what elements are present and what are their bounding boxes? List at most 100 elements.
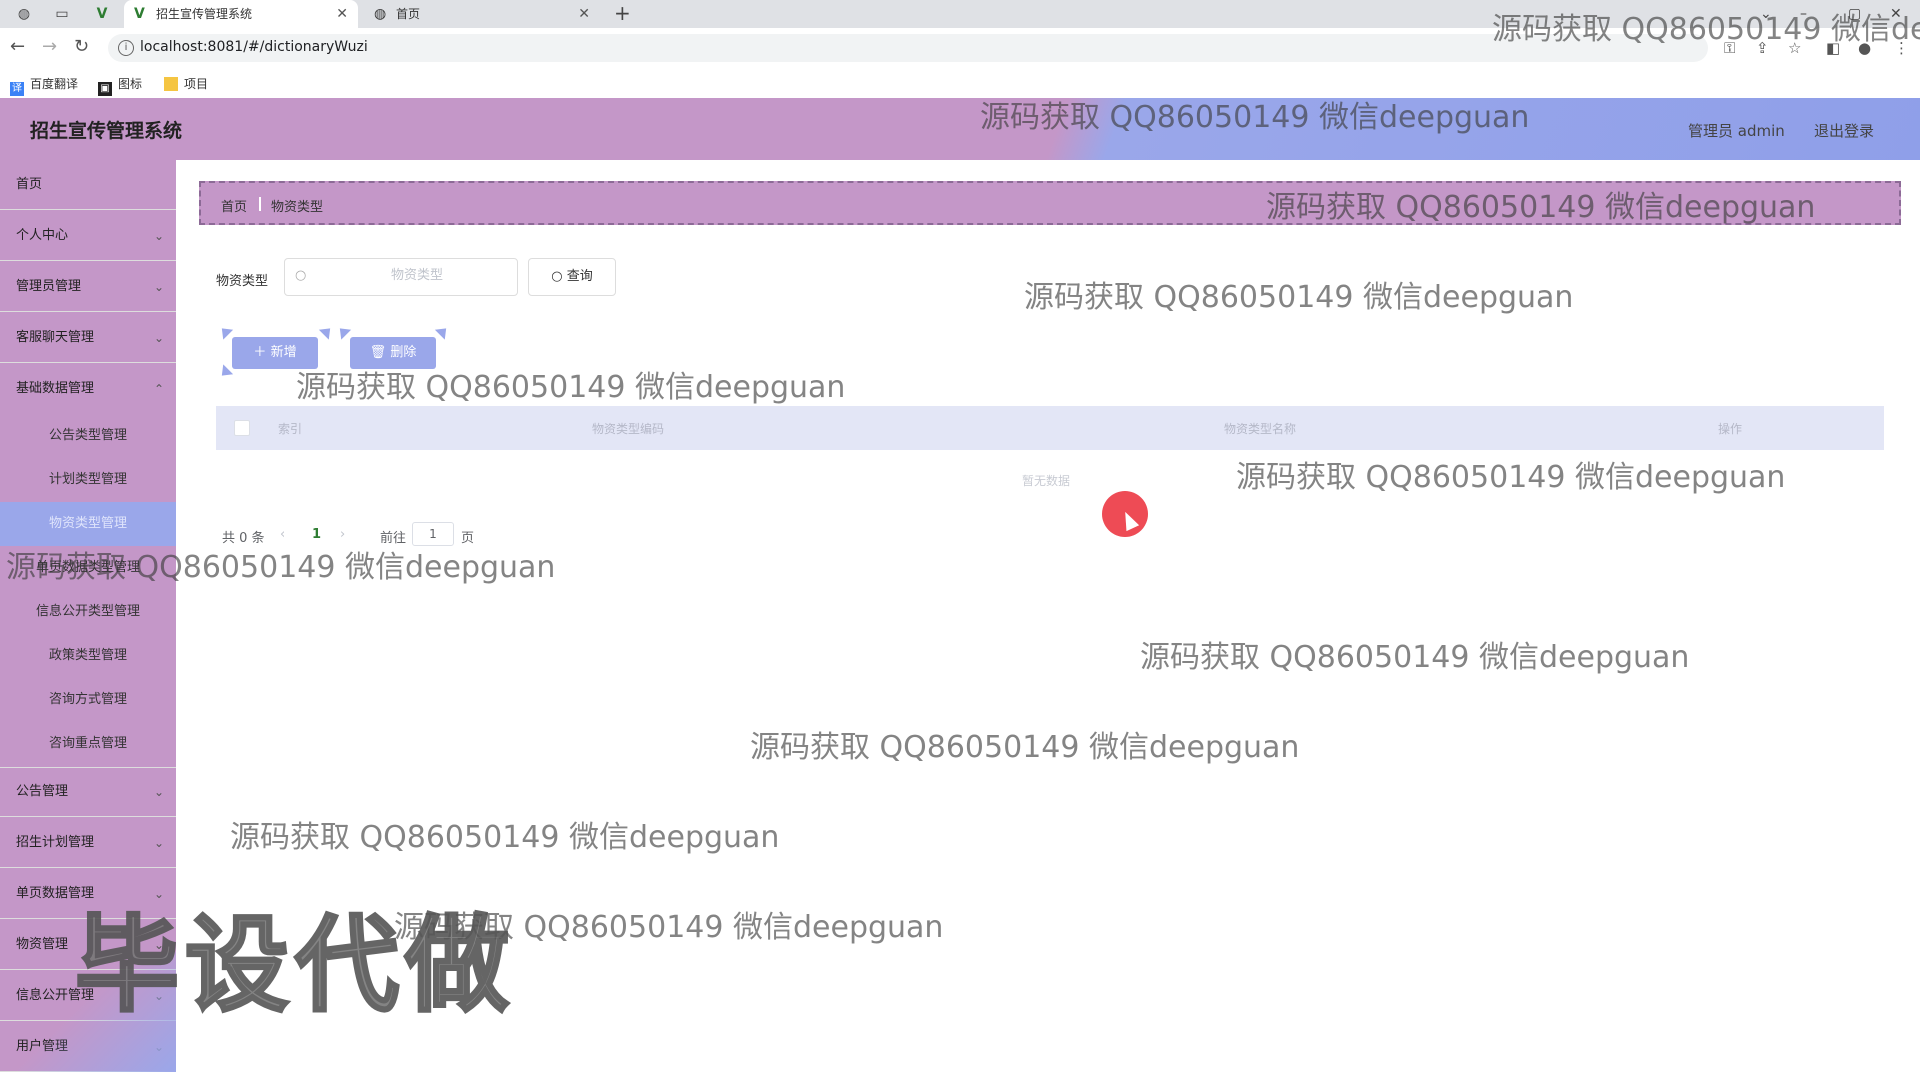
pagination-next[interactable]: › [340, 527, 345, 542]
query-button[interactable]: ○ 查询 [528, 258, 616, 296]
pinned-tab-icon[interactable]: ▭ [52, 4, 72, 24]
sidebar-item-single-page[interactable]: 单页数据管理 ⌄ [0, 869, 176, 919]
sidebar-item-enrollment-plan[interactable]: 招生计划管理 ⌄ [0, 818, 176, 868]
chevron-down-icon: ⌄ [153, 331, 164, 345]
corner-decoration [318, 323, 336, 340]
sidebar-item-chat-management[interactable]: 客服聊天管理 ⌄ [0, 313, 176, 363]
chevron-up-icon: ⌃ [153, 382, 164, 396]
corner-decoration [334, 323, 352, 340]
search-input[interactable] [325, 267, 509, 284]
tab-title: 招生宣传管理系统 [156, 7, 253, 21]
share-icon[interactable]: ⇪ [1756, 39, 1769, 57]
chevron-down-icon: ⌄ [153, 229, 164, 243]
search-field[interactable]: ○ [284, 258, 518, 296]
breadcrumb-current: 物资类型 [271, 200, 324, 215]
close-icon[interactable]: ✕ [336, 0, 348, 28]
pagination-page-unit: 页 [461, 531, 475, 546]
corner-decoration [434, 323, 452, 340]
corner-decoration [216, 323, 234, 340]
chevron-down-icon: ⌄ [153, 1040, 164, 1054]
url-text: localhost:8081/#/dictionaryWuzi [140, 39, 368, 55]
bookmark-project[interactable]: 项目 [164, 75, 208, 92]
delete-button[interactable]: 🗑 删除 [350, 337, 436, 369]
minimize-icon[interactable]: – [1800, 0, 1807, 28]
pagination-goto-label: 前往 [380, 531, 407, 546]
translate-icon: 译 [10, 82, 24, 96]
select-all-checkbox[interactable] [234, 420, 250, 436]
watermark: 源码获取 QQ86050149 微信deepguan [750, 730, 1300, 765]
key-icon[interactable]: ⚿ [1724, 39, 1735, 57]
vue-icon[interactable]: V [92, 4, 112, 24]
vue-icon: V [134, 6, 145, 22]
menu-icon[interactable]: ⋮ [1894, 39, 1909, 57]
sidebar-item-personal-center[interactable]: 个人中心 ⌄ [0, 211, 176, 261]
watermark: 源码获取 QQ86050149 微信deepguan [1024, 280, 1574, 315]
logout-link[interactable]: 退出登录 [1814, 120, 1874, 141]
search-icon: ○ [551, 269, 567, 284]
tab-home[interactable]: ◍ 首页 ✕ [364, 0, 600, 28]
sidebar-item-info-disclosure[interactable]: 信息公开管理 ⌄ [0, 971, 176, 1021]
chevron-down-icon: ⌄ [153, 785, 164, 799]
address-bar: ← → ↻ i localhost:8081/#/dictionaryWuzi … [0, 28, 1920, 68]
pagination-goto-input[interactable]: 1 [412, 522, 454, 546]
sidebar-subitem-material-type[interactable]: 物资类型管理 [0, 502, 176, 546]
pagination-page[interactable]: 1 [312, 527, 321, 542]
bookmark-icons[interactable]: ▣ 图标 [98, 75, 142, 96]
forward-icon[interactable]: → [42, 36, 57, 57]
breadcrumb: 首页 物资类型 [199, 181, 1901, 225]
column-header-index: 索引 [278, 422, 303, 436]
app-title: 招生宣传管理系统 [30, 120, 183, 142]
globe-icon[interactable]: ◍ [14, 4, 34, 24]
sidebar-item-notice-management[interactable]: 公告管理 ⌄ [0, 767, 176, 817]
sidebar-item-base-data[interactable]: 基础数据管理 ⌃ [0, 364, 176, 414]
watermark: 源码获取 QQ86050149 微信deepguan [230, 820, 780, 855]
maximize-icon[interactable]: ▢ [1848, 0, 1861, 28]
add-button[interactable]: ＋ 新增 [232, 337, 318, 369]
breadcrumb-home[interactable]: 首页 [221, 196, 247, 215]
empty-state-text: 暂无数据 [1022, 474, 1071, 488]
browser-tab-bar: ◍ ▭ V V 招生宣传管理系统 ✕ ◍ 首页 ✕ + ⌄ – ▢ ✕ [0, 0, 1920, 28]
chevron-down-icon: ⌄ [153, 836, 164, 850]
sidebar-item-home[interactable]: 首页 [0, 160, 176, 210]
column-header-code: 物资类型编码 [592, 422, 665, 436]
info-icon[interactable]: i [118, 40, 134, 56]
reload-icon[interactable]: ↻ [74, 36, 89, 57]
sidebar-item-material-management[interactable]: 物资管理 ⌄ [0, 920, 176, 970]
sidebar-subitem-single-page-type[interactable]: 单页数据类型管理 [0, 546, 176, 590]
sidebar-subitem-plan-type[interactable]: 计划类型管理 [0, 458, 176, 502]
app-header: 招生宣传管理系统 管理员 admin 退出登录 [0, 98, 1920, 160]
bookmarks-bar: 译百度翻译 ▣ 图标 项目 [0, 68, 1920, 99]
back-icon[interactable]: ← [10, 36, 25, 57]
tab-admissions-system[interactable]: V 招生宣传管理系统 ✕ [124, 0, 358, 28]
url-field[interactable]: i localhost:8081/#/dictionaryWuzi [108, 34, 1708, 62]
new-tab-button[interactable]: + [614, 0, 631, 26]
globe-icon: ◍ [374, 6, 387, 22]
close-window-icon[interactable]: ✕ [1890, 0, 1902, 28]
sidebar-item-admin-management[interactable]: 管理员管理 ⌄ [0, 262, 176, 312]
tab-title: 首页 [396, 7, 421, 21]
sidebar-item-user-management[interactable]: 用户管理 ⌄ [0, 1022, 176, 1072]
plus-icon: ＋ [253, 345, 271, 360]
pagination-total: 共 0 条 [222, 531, 265, 546]
sidepanel-icon[interactable]: ◧ [1826, 39, 1840, 57]
watermark: 源码获取 QQ86050149 微信deepguan [1140, 640, 1690, 675]
close-icon[interactable]: ✕ [578, 0, 590, 28]
breadcrumb-separator [259, 197, 261, 211]
profile-icon[interactable]: ● [1858, 39, 1871, 57]
chevron-down-icon: ⌄ [153, 280, 164, 294]
sidebar-subitem-consult-focus[interactable]: 咨询重点管理 [0, 722, 176, 768]
bookmark-baidu-translate[interactable]: 译百度翻译 [10, 75, 78, 96]
sidebar-subitem-notice-type[interactable]: 公告类型管理 [0, 414, 176, 458]
trash-icon: 🗑 [369, 345, 391, 360]
current-user: 管理员 admin [1688, 122, 1785, 140]
table-header: 索引 物资类型编码 物资类型名称 操作 [216, 406, 1884, 450]
sidebar-subitem-policy-type[interactable]: 政策类型管理 [0, 634, 176, 678]
pagination-prev[interactable]: ‹ [280, 527, 285, 542]
search-label: 物资类型 [216, 274, 269, 289]
sidebar-subitem-consult-method[interactable]: 咨询方式管理 [0, 678, 176, 722]
sidebar-subitem-info-disclosure-type[interactable]: 信息公开类型管理 [0, 590, 176, 634]
chevron-down-icon[interactable]: ⌄ [1760, 0, 1772, 28]
column-header-actions: 操作 [1718, 422, 1743, 436]
star-icon[interactable]: ☆ [1788, 39, 1801, 57]
sidebar: 首页 个人中心 ⌄ 管理员管理 ⌄ 客服聊天管理 ⌄ 基础数据管理 ⌃ 公告类型管理 计… [0, 160, 176, 1072]
